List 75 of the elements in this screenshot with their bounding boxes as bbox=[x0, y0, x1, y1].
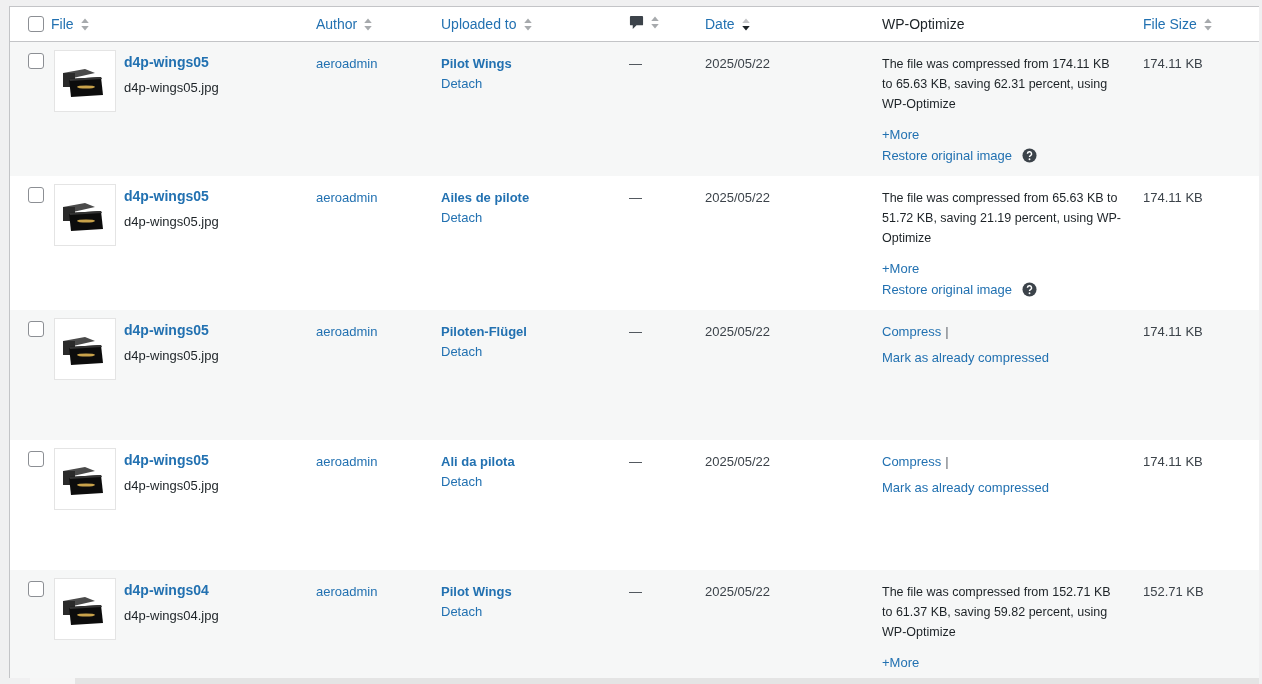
column-header: WP-Optimize bbox=[882, 16, 965, 32]
detach-link[interactable]: Detach bbox=[441, 472, 483, 492]
file-size: 174.11 KB bbox=[1143, 324, 1203, 339]
parent-post-link[interactable]: Ailes de pilote bbox=[441, 188, 530, 208]
sort-icon[interactable] bbox=[740, 16, 751, 32]
detach-link[interactable]: Detach bbox=[441, 208, 483, 228]
detach-link[interactable]: Detach bbox=[441, 74, 483, 94]
media-title-link[interactable]: d4p-wings05 bbox=[124, 450, 219, 470]
user-name-link[interactable]: aeroadmin bbox=[316, 190, 378, 205]
column-sort-link[interactable]: File bbox=[51, 16, 74, 32]
upload-date: 2025/05/22 bbox=[705, 190, 771, 205]
media-title-link[interactable]: d4p-wings05 bbox=[124, 320, 219, 340]
thumbnail[interactable] bbox=[54, 318, 116, 380]
more-link[interactable]: +More bbox=[882, 652, 920, 673]
row-checkbox[interactable] bbox=[28, 187, 44, 203]
file-size: 174.11 KB bbox=[1143, 56, 1203, 71]
compress-link[interactable]: Compress bbox=[882, 322, 942, 342]
comment-count: — bbox=[629, 324, 642, 339]
user-name-link[interactable]: aeroadmin bbox=[316, 454, 378, 469]
select-all-checkbox[interactable] bbox=[28, 16, 44, 32]
thumbnail[interactable] bbox=[54, 578, 116, 640]
compress-link[interactable]: Compress bbox=[882, 452, 942, 472]
more-link[interactable]: +More bbox=[882, 258, 920, 279]
comment-count: — bbox=[629, 454, 642, 469]
parent-post-link[interactable]: Pilot Wings bbox=[441, 54, 512, 74]
file-name: d4p-wings05.jpg bbox=[124, 347, 219, 365]
row-checkbox[interactable] bbox=[28, 321, 44, 337]
row-checkbox[interactable] bbox=[28, 451, 44, 467]
media-title-link[interactable]: d4p-wings04 bbox=[124, 580, 219, 600]
thumbnail[interactable] bbox=[54, 50, 116, 112]
upload-date: 2025/05/22 bbox=[705, 56, 771, 71]
restore-original-link[interactable]: Restore original image bbox=[882, 145, 1013, 166]
comment-count: — bbox=[629, 584, 642, 599]
upload-date: 2025/05/22 bbox=[705, 454, 771, 469]
file-size: 174.11 KB bbox=[1143, 190, 1203, 205]
comment-icon[interactable] bbox=[629, 15, 644, 30]
mark-compressed-link[interactable]: Mark as already compressed bbox=[882, 348, 1049, 368]
user-name-link[interactable]: aeroadmin bbox=[316, 56, 378, 71]
user-name-link[interactable]: aeroadmin bbox=[316, 324, 378, 339]
comment-count: — bbox=[629, 56, 642, 71]
upload-date: 2025/05/22 bbox=[705, 324, 771, 339]
detach-link[interactable]: Detach bbox=[441, 602, 483, 622]
comment-count: — bbox=[629, 190, 642, 205]
file-name: d4p-wings04.jpg bbox=[124, 607, 219, 625]
compression-message: The file was compressed from 152.71 KB to 61.37 KB, saving 59.82 percent, using WP-Optimize bbox=[882, 584, 1112, 641]
file-size: 174.11 KB bbox=[1143, 454, 1203, 469]
parent-post-link[interactable]: Ali da pilota bbox=[441, 452, 515, 472]
column-sort-link[interactable]: Uploaded to bbox=[441, 16, 517, 32]
separator: | bbox=[945, 323, 949, 341]
file-name: d4p-wings05.jpg bbox=[124, 213, 219, 231]
media-title-link[interactable]: d4p-wings05 bbox=[124, 186, 219, 206]
restore-original-link[interactable]: Restore original image bbox=[882, 279, 1013, 300]
media-title-link[interactable]: d4p-wings05 bbox=[124, 52, 219, 72]
compression-message: The file was compressed from 174.11 KB to 65.63 KB, saving 62.31 percent, using WP-Optimize bbox=[882, 56, 1111, 113]
file-size: 152.71 KB bbox=[1143, 584, 1204, 599]
help-icon[interactable] bbox=[1022, 148, 1038, 163]
column-sort-link[interactable]: File Size bbox=[1143, 16, 1197, 32]
row-checkbox[interactable] bbox=[28, 581, 44, 597]
parent-post-link[interactable]: Pilot Wings bbox=[441, 582, 512, 602]
column-sort-link[interactable]: Author bbox=[316, 16, 358, 32]
thumbnail[interactable] bbox=[54, 184, 116, 246]
more-link[interactable]: +More bbox=[882, 124, 920, 145]
separator: | bbox=[945, 453, 949, 471]
column-sort-link[interactable]: Date bbox=[705, 16, 735, 32]
upload-date: 2025/05/22 bbox=[705, 584, 771, 599]
parent-post-link[interactable]: Piloten-Flügel bbox=[441, 322, 527, 342]
user-name-link[interactable]: aeroadmin bbox=[316, 584, 378, 599]
thumbnail[interactable] bbox=[54, 448, 116, 510]
compression-message: The file was compressed from 65.63 KB to 51.72 KB, saving 21.19 percent, using WP-Optimize bbox=[882, 190, 1123, 247]
mark-compressed-link[interactable]: Mark as already compressed bbox=[882, 478, 1049, 498]
row-checkbox[interactable] bbox=[28, 53, 44, 69]
detach-link[interactable]: Detach bbox=[441, 342, 483, 362]
file-name: d4p-wings05.jpg bbox=[124, 477, 219, 495]
help-icon[interactable] bbox=[1022, 282, 1038, 297]
file-name: d4p-wings05.jpg bbox=[124, 79, 219, 97]
